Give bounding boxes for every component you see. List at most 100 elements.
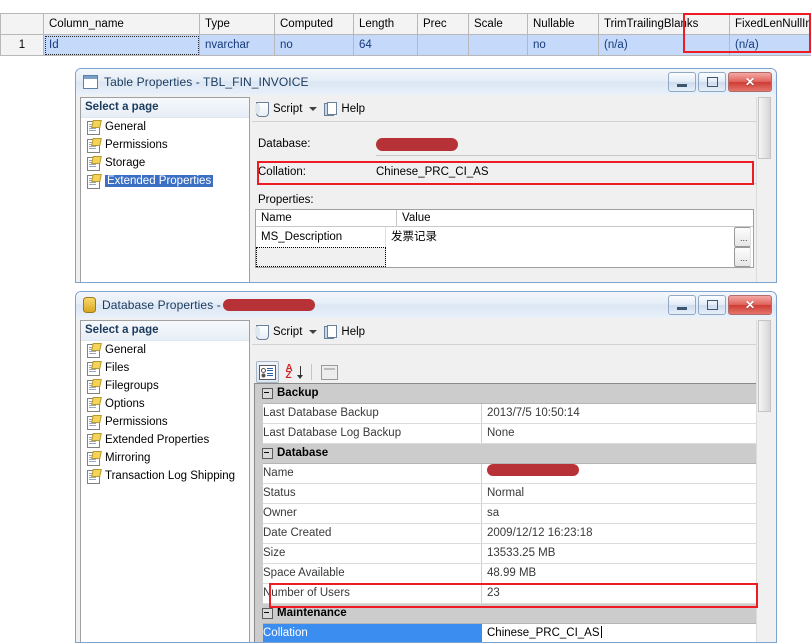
database-select-page-panel[interactable]: Select a page General Files Filegroups O… [80, 320, 250, 642]
window-buttons[interactable]: ✕ [668, 295, 772, 315]
header-prec[interactable]: Prec [418, 14, 469, 35]
cell-column-name[interactable]: Id [44, 35, 200, 56]
ellipsis-button[interactable]: ... [734, 247, 751, 267]
close-button[interactable]: ✕ [728, 72, 772, 92]
property-value[interactable]: 48.99 MB [482, 564, 761, 583]
sidebar-item-files[interactable]: Files [81, 359, 249, 377]
property-row-last-database-log-backup[interactable]: Last Database Log Backup None [255, 424, 761, 444]
header-fixed-len-null-in-source[interactable]: FixedLenNullInSource [730, 14, 811, 35]
property-row-owner[interactable]: Owner sa [255, 504, 761, 524]
database-properties-dialog[interactable]: Database Properties - ✕ Select a page Ge… [75, 291, 777, 643]
categorized-button[interactable] [256, 361, 279, 383]
maximize-button[interactable] [698, 72, 726, 92]
property-grid-toolbar[interactable]: AZ [254, 361, 762, 383]
property-row-number-of-users[interactable]: Number of Users 23 [255, 584, 761, 604]
header-nullable[interactable]: Nullable [528, 14, 599, 35]
maximize-button[interactable] [698, 295, 726, 315]
header-scale[interactable]: Scale [469, 14, 528, 35]
cell-computed[interactable]: no [275, 35, 354, 56]
database-dialog-scrollbar[interactable] [756, 320, 772, 642]
property-value[interactable] [482, 464, 761, 483]
sidebar-item-options[interactable]: Options [81, 395, 249, 413]
table-properties-dialog[interactable]: Table Properties - TBL_FIN_INVOICE ✕ Sel… [75, 68, 777, 283]
scrollbar-thumb[interactable] [758, 320, 771, 412]
property-category-backup[interactable]: Backup [255, 384, 761, 404]
sidebar-item-general[interactable]: General [81, 118, 249, 136]
property-row-name[interactable]: Name [255, 464, 761, 484]
list-item[interactable]: ... [256, 247, 753, 267]
ellipsis-button[interactable]: ... [734, 227, 751, 247]
header-column-name[interactable]: Column_name [44, 14, 200, 35]
table-toolstrip[interactable]: Script Help [252, 97, 772, 122]
cell-fixed-len-null-in-source[interactable]: (n/a) [730, 35, 811, 56]
sidebar-item-general[interactable]: General [81, 341, 249, 359]
property-row-size[interactable]: Size 13533.25 MB [255, 544, 761, 564]
help-button[interactable]: Help [324, 325, 365, 339]
property-value[interactable]: 13533.25 MB [482, 544, 761, 563]
header-name[interactable]: Name [256, 210, 397, 226]
window-buttons[interactable]: ✕ [668, 72, 772, 92]
collapse-icon[interactable] [262, 448, 273, 459]
table-dialog-scrollbar[interactable] [756, 97, 772, 282]
script-button[interactable]: Script [255, 325, 302, 339]
table-properties-titlebar[interactable]: Table Properties - TBL_FIN_INVOICE ✕ [76, 69, 776, 96]
header-computed[interactable]: Computed [275, 14, 354, 35]
cell-type[interactable]: nvarchar [200, 35, 275, 56]
script-button[interactable]: Script [255, 102, 302, 116]
sidebar-item-extended-properties[interactable]: Extended Properties [81, 172, 249, 190]
property-value[interactable]: 2013/7/5 10:50:14 [482, 404, 761, 423]
chevron-down-icon[interactable] [309, 107, 317, 111]
table-row[interactable]: 1 Id nvarchar no 64 no (n/a) (n/a) Chine… [1, 35, 811, 56]
property-value[interactable]: 发票记录 [386, 227, 734, 247]
property-row-date-created[interactable]: Date Created 2009/12/12 16:23:18 [255, 524, 761, 544]
sidebar-item-filegroups[interactable]: Filegroups [81, 377, 249, 395]
table-select-page-panel[interactable]: Select a page General Permissions Storag… [80, 97, 250, 282]
property-category-maintenance[interactable]: Maintenance [255, 604, 761, 624]
cell-prec[interactable] [418, 35, 469, 56]
database-toolstrip[interactable]: Script Help [252, 320, 772, 345]
property-row-space-available[interactable]: Space Available 48.99 MB [255, 564, 761, 584]
minimize-button[interactable] [668, 72, 696, 92]
sidebar-item-permissions[interactable]: Permissions [81, 136, 249, 154]
cell-length[interactable]: 64 [354, 35, 418, 56]
cell-rownum[interactable]: 1 [1, 35, 44, 56]
header-type[interactable]: Type [200, 14, 275, 35]
list-item[interactable]: MS_Description 发票记录 ... [256, 227, 753, 247]
header-length[interactable]: Length [354, 14, 418, 35]
header-rownum[interactable] [1, 14, 44, 35]
property-value[interactable] [386, 247, 734, 267]
database-properties-titlebar[interactable]: Database Properties - ✕ [76, 292, 776, 319]
property-name[interactable] [256, 247, 386, 267]
property-value[interactable]: 2009/12/12 16:23:18 [482, 524, 761, 543]
property-value[interactable]: None [482, 424, 761, 443]
property-pages-button[interactable] [318, 361, 341, 383]
collation-value-input[interactable]: Chinese_PRC_CI_AS [482, 624, 761, 643]
scrollbar-thumb[interactable] [758, 97, 771, 159]
close-button[interactable]: ✕ [728, 295, 772, 315]
sidebar-item-transaction-log-shipping[interactable]: Transaction Log Shipping [81, 467, 249, 485]
header-trim-trailing-blanks[interactable]: TrimTrailingBlanks [599, 14, 730, 35]
cell-trim-trailing-blanks[interactable]: (n/a) [599, 35, 730, 56]
property-value[interactable]: sa [482, 504, 761, 523]
header-value[interactable]: Value [397, 210, 753, 226]
property-row-status[interactable]: Status Normal [255, 484, 761, 504]
cell-scale[interactable] [469, 35, 528, 56]
collapse-icon[interactable] [262, 608, 273, 619]
alphabetical-button[interactable]: AZ [282, 361, 305, 383]
property-row-collation[interactable]: Collation Chinese_PRC_CI_AS [255, 624, 761, 643]
database-property-grid[interactable]: Backup Last Database Backup 2013/7/5 10:… [254, 383, 762, 643]
property-category-database[interactable]: Database [255, 444, 761, 464]
property-name[interactable]: MS_Description [256, 227, 386, 247]
column-metadata-grid[interactable]: Column_name Type Computed Length Prec Sc… [0, 13, 811, 56]
property-row-last-database-backup[interactable]: Last Database Backup 2013/7/5 10:50:14 [255, 404, 761, 424]
property-value[interactable]: 23 [482, 584, 761, 603]
minimize-button[interactable] [668, 295, 696, 315]
property-value[interactable]: Normal [482, 484, 761, 503]
chevron-down-icon[interactable] [309, 330, 317, 334]
sidebar-item-permissions[interactable]: Permissions [81, 413, 249, 431]
cell-nullable[interactable]: no [528, 35, 599, 56]
help-button[interactable]: Help [324, 102, 365, 116]
collapse-icon[interactable] [262, 388, 273, 399]
sidebar-item-storage[interactable]: Storage [81, 154, 249, 172]
sidebar-item-mirroring[interactable]: Mirroring [81, 449, 249, 467]
